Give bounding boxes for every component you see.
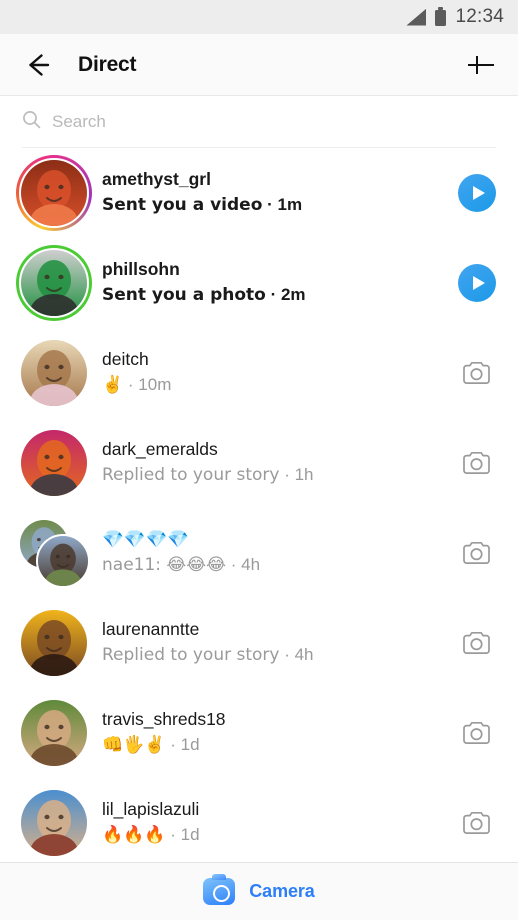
plus-icon[interactable] bbox=[464, 48, 498, 82]
play-button-icon[interactable] bbox=[454, 260, 500, 306]
thread-row[interactable]: phillsohn Sent you a photo · 2m bbox=[0, 238, 518, 328]
avatar[interactable] bbox=[14, 424, 102, 502]
thread-row[interactable]: lil_lapislazuli 🔥🔥🔥 · 1d bbox=[0, 778, 518, 868]
signal-triangle-icon bbox=[406, 8, 427, 26]
camera-icon[interactable] bbox=[454, 350, 500, 396]
thread-text: amethyst_grl Sent you a video · 1m bbox=[102, 168, 454, 217]
thread-text: laurenanntte Replied to your story · 4h bbox=[102, 618, 454, 667]
thread-username: deitch bbox=[102, 349, 149, 370]
avatar[interactable] bbox=[14, 604, 102, 682]
thread-preview: Replied to your story · 1h bbox=[102, 464, 314, 485]
avatar[interactable] bbox=[14, 784, 102, 862]
avatar-image bbox=[21, 790, 87, 856]
thread-text: lil_lapislazuli 🔥🔥🔥 · 1d bbox=[102, 798, 454, 847]
thread-row[interactable]: dark_emeralds Replied to your story · 1h bbox=[0, 418, 518, 508]
thread-username: amethyst_grl bbox=[102, 169, 211, 190]
thread-row[interactable]: travis_shreds18 👊🖐️✌️ · 1d bbox=[0, 688, 518, 778]
group-avatar bbox=[18, 518, 90, 588]
thread-timestamp: 1h bbox=[294, 464, 314, 484]
thread-preview: nae11: 😂😂😂 · 4h bbox=[102, 554, 261, 575]
thread-row[interactable]: amethyst_grl Sent you a video · 1m bbox=[0, 148, 518, 238]
thread-username: dark_emeralds bbox=[102, 439, 218, 460]
thread-preview: ✌️ · 10m bbox=[102, 374, 172, 395]
camera-icon[interactable] bbox=[454, 440, 500, 486]
thread-timestamp: 10m bbox=[138, 374, 172, 394]
thread-username: 💎💎💎💎 bbox=[102, 529, 190, 550]
thread-preview: 👊🖐️✌️ · 1d bbox=[102, 734, 200, 755]
direct-thread-list[interactable]: amethyst_grl Sent you a video · 1m phillso… bbox=[0, 148, 518, 876]
avatar[interactable] bbox=[14, 514, 102, 592]
camera-icon[interactable] bbox=[454, 620, 500, 666]
search-icon bbox=[22, 110, 41, 134]
avatar-image bbox=[21, 340, 87, 406]
thread-text: dark_emeralds Replied to your story · 1h bbox=[102, 438, 454, 487]
camera-icon[interactable] bbox=[454, 710, 500, 756]
thread-text: deitch ✌️ · 10m bbox=[102, 348, 454, 397]
story-ring-unseen bbox=[16, 155, 92, 231]
thread-row[interactable]: laurenanntte Replied to your story · 4h bbox=[0, 598, 518, 688]
thread-timestamp: 1d bbox=[180, 824, 200, 844]
thread-text: travis_shreds18 👊🖐️✌️ · 1d bbox=[102, 708, 454, 757]
camera-bar-button[interactable]: Camera bbox=[0, 862, 518, 920]
avatar-image bbox=[21, 700, 87, 766]
battery-full-icon bbox=[435, 7, 447, 26]
search-placeholder: Search bbox=[52, 111, 106, 131]
thread-username: lil_lapislazuli bbox=[102, 799, 200, 820]
thread-timestamp: 4h bbox=[294, 644, 314, 664]
thread-timestamp: 2m bbox=[280, 284, 306, 304]
thread-preview: Replied to your story · 4h bbox=[102, 644, 314, 665]
camera-bar-label: Camera bbox=[249, 881, 315, 901]
arrow-left-icon[interactable] bbox=[20, 48, 54, 82]
thread-username: travis_shreds18 bbox=[102, 709, 226, 730]
thread-timestamp: 1d bbox=[180, 734, 200, 754]
thread-preview: Sent you a video · 1m bbox=[102, 194, 303, 215]
thread-preview: 🔥🔥🔥 · 1d bbox=[102, 824, 200, 845]
avatar[interactable] bbox=[14, 154, 102, 232]
camera-icon bbox=[203, 874, 236, 905]
play-button-icon[interactable] bbox=[454, 170, 500, 216]
thread-row[interactable]: 💎💎💎💎 nae11: 😂😂😂 · 4h bbox=[0, 508, 518, 598]
thread-username: laurenanntte bbox=[102, 619, 200, 640]
thread-text: phillsohn Sent you a photo · 2m bbox=[102, 258, 454, 307]
camera-icon[interactable] bbox=[454, 800, 500, 846]
avatar-image bbox=[21, 610, 87, 676]
search-bar: Search bbox=[0, 96, 518, 148]
thread-preview: Sent you a photo · 2m bbox=[102, 284, 306, 305]
thread-timestamp: 1m bbox=[277, 194, 303, 214]
status-bar-time: 12:34 bbox=[455, 6, 504, 27]
thread-username: phillsohn bbox=[102, 259, 180, 280]
avatar-image bbox=[21, 430, 87, 496]
status-bar: 12:34 bbox=[0, 0, 518, 34]
app-header: Direct bbox=[0, 34, 518, 96]
thread-text: 💎💎💎💎 nae11: 😂😂😂 · 4h bbox=[102, 528, 454, 577]
camera-icon[interactable] bbox=[454, 530, 500, 576]
story-ring-close-friends bbox=[16, 245, 92, 321]
avatar[interactable] bbox=[14, 334, 102, 412]
page-title: Direct bbox=[78, 52, 137, 76]
thread-row[interactable]: deitch ✌️ · 10m bbox=[0, 328, 518, 418]
avatar[interactable] bbox=[14, 244, 102, 322]
thread-timestamp: 4h bbox=[241, 554, 261, 574]
avatar[interactable] bbox=[14, 694, 102, 772]
search-input[interactable]: Search bbox=[22, 96, 496, 148]
